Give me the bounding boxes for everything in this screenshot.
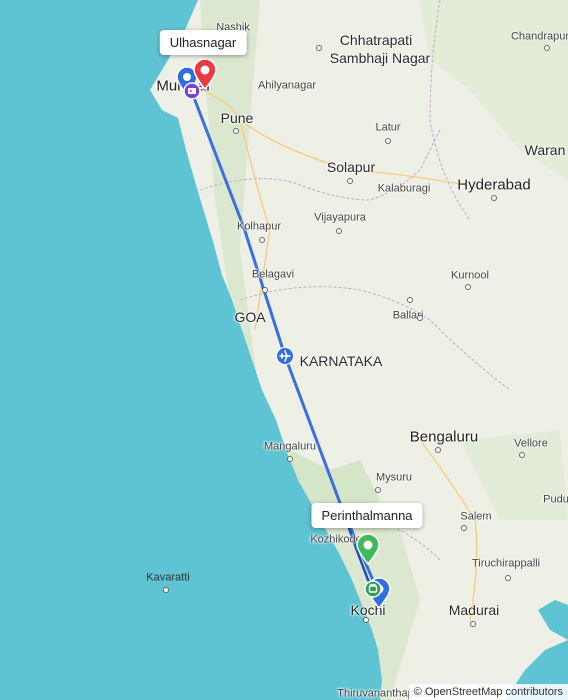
city-dot xyxy=(363,617,369,623)
place-label: Tiruchirappalli xyxy=(471,557,541,570)
map-attribution[interactable]: © OpenStreetMap contributors xyxy=(408,684,568,700)
city-dot xyxy=(336,228,342,234)
city-dot xyxy=(287,456,293,462)
place-label: Kavaratti xyxy=(146,571,190,584)
place-label: Chhatrapati xyxy=(339,32,413,48)
place-label: Bengaluru xyxy=(409,428,479,446)
destination-callout[interactable]: Perinthalmanna xyxy=(311,503,423,528)
city-dot xyxy=(519,452,525,458)
place-label: KARNATAKA xyxy=(299,353,383,369)
place-label: Latur xyxy=(375,121,401,134)
city-dot xyxy=(417,315,423,321)
place-label: Kalaburagi xyxy=(377,182,431,195)
place-label: Vellore xyxy=(514,437,548,450)
place-label: Pudu xyxy=(543,493,568,506)
airplane-icon[interactable] xyxy=(276,347,294,365)
city-dot xyxy=(316,45,322,51)
place-label: Salem xyxy=(460,510,492,523)
place-label: Kozhikode xyxy=(310,533,362,546)
place-label: Chandrapur xyxy=(510,30,568,43)
place-label: Madurai xyxy=(448,602,500,618)
place-label: Solapur xyxy=(326,159,376,175)
place-label: Waran xyxy=(524,142,566,158)
restaurant-icon[interactable] xyxy=(364,580,382,598)
map-canvas[interactable]: Nashik Chhatrapati Sambhaji Nagar Chandr… xyxy=(0,0,568,700)
origin-pin-icon[interactable] xyxy=(192,58,218,90)
city-dot xyxy=(233,128,239,134)
city-dot xyxy=(407,297,413,303)
place-label: Hyderabad xyxy=(457,176,531,194)
place-label: Kolhapur xyxy=(236,220,282,233)
place-label: Mysuru xyxy=(375,471,413,484)
city-dot xyxy=(544,45,550,51)
city-dot xyxy=(262,287,268,293)
city-dot xyxy=(375,487,381,493)
city-dot xyxy=(347,178,353,184)
origin-callout[interactable]: Ulhasnagar xyxy=(159,30,247,55)
city-dot xyxy=(505,575,511,581)
city-dot xyxy=(465,284,471,290)
city-dot xyxy=(461,525,467,531)
city-dot xyxy=(470,621,476,627)
destination-pin-icon[interactable] xyxy=(355,533,381,565)
place-label: Mangaluru xyxy=(264,440,316,453)
place-label: Sambhaji Nagar xyxy=(329,50,431,66)
place-label: Kurnool xyxy=(451,269,489,282)
place-label: Belagavi xyxy=(251,268,295,281)
place-label: Ahilyanagar xyxy=(257,79,317,92)
city-dot xyxy=(163,587,169,593)
city-dot xyxy=(385,138,391,144)
city-dot xyxy=(435,447,441,453)
place-label: Vijayapura xyxy=(314,211,366,224)
city-dot xyxy=(491,195,497,201)
city-dot xyxy=(259,237,265,243)
place-label: Pune xyxy=(220,110,254,126)
place-label: GOA xyxy=(234,309,266,325)
